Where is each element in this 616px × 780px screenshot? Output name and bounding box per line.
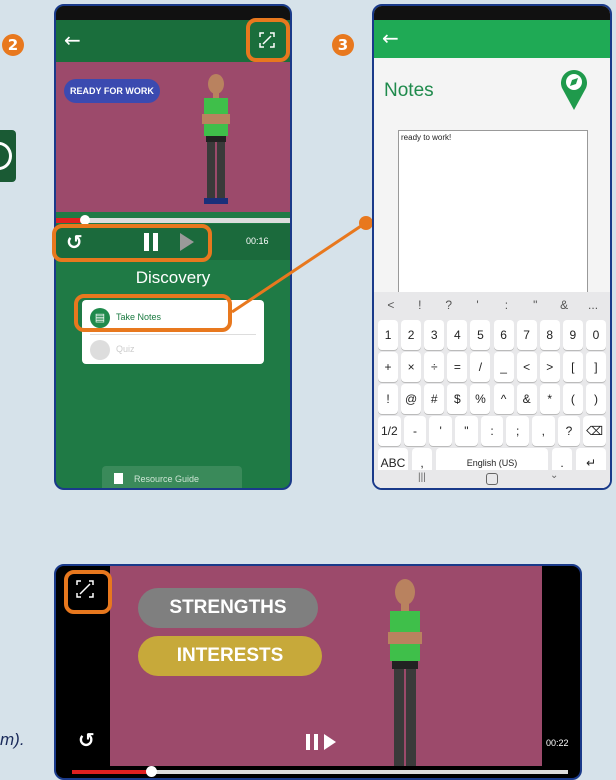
symbol-key-1[interactable]: - — [403, 416, 427, 446]
number-key-2[interactable]: 3 — [424, 320, 445, 350]
interests-label: INTERESTS — [138, 636, 322, 676]
back-arrow-icon[interactable]: ← — [64, 28, 81, 52]
keyboard-suggestion-row: <!? ': " &... — [374, 294, 610, 316]
quiz-icon — [90, 340, 110, 360]
suggestion-key-5[interactable]: " — [522, 294, 548, 316]
pause-icon[interactable] — [306, 734, 320, 750]
number-key-6[interactable]: 7 — [516, 320, 537, 350]
symbol-key-5[interactable]: _ — [493, 352, 514, 382]
suggestion-key-2[interactable]: ? — [436, 294, 462, 316]
note-textarea[interactable]: ready to work! — [398, 130, 588, 302]
highlight-controls — [52, 224, 212, 262]
symbol-key-5[interactable]: ^ — [493, 384, 514, 414]
nav-bar: ||| ⌄ — [374, 470, 610, 488]
highlight-fullscreen — [246, 18, 290, 62]
symbol-key-0[interactable]: 1/2 — [378, 416, 401, 446]
suggestion-key-3[interactable]: ' — [465, 294, 491, 316]
recent-apps-icon[interactable]: ||| — [418, 472, 426, 483]
symbol-key-2[interactable]: ÷ — [424, 352, 445, 382]
symbol-key-3[interactable]: $ — [447, 384, 468, 414]
symbol-key-7[interactable]: * — [539, 384, 560, 414]
keyboard-row-2: + × ÷ = / _ < >[] — [374, 352, 610, 382]
symbol-key-8[interactable]: ( — [562, 384, 583, 414]
video-player[interactable]: READY FOR WORK — [56, 62, 290, 212]
step-2-badge: 2 — [2, 34, 24, 56]
number-key-4[interactable]: 5 — [470, 320, 491, 350]
back-arrow-icon[interactable]: ← — [382, 26, 399, 50]
symbol-key-4[interactable]: % — [470, 384, 491, 414]
symbol-key-1[interactable]: @ — [401, 384, 422, 414]
symbol-key-8[interactable]: [ — [562, 352, 583, 382]
symbol-key-7[interactable]: ? — [557, 416, 581, 446]
page-title: Notes — [384, 80, 434, 101]
symbol-key-1[interactable]: × — [401, 352, 422, 382]
video-progress-fill — [72, 770, 152, 774]
on-screen-keyboard: <!? ': " &... 1234567890 + × ÷ = / _ < >[] ! @ # $% ^ &… — [374, 292, 610, 488]
character-figure — [196, 68, 236, 208]
landscape-video-player[interactable]: STRENGTHS INTERESTS ↺ 00:22 — [54, 564, 582, 780]
app-header: ← — [374, 20, 610, 58]
caption-fragment: m). — [0, 730, 25, 749]
symbol-key-2[interactable]: # — [424, 384, 445, 414]
phone-notes-screen: ← Notes ready to work! <!? ': " &... 123456… — [372, 4, 612, 490]
symbol-key-0[interactable]: ! — [378, 384, 399, 414]
number-key-9[interactable]: 0 — [585, 320, 606, 350]
book-icon — [114, 473, 123, 484]
video-progress-thumb[interactable] — [146, 766, 157, 777]
keyboard-row-4: 1/2- ' ":;,? ⌫ — [374, 416, 610, 446]
symbol-key-6[interactable]: < — [516, 352, 537, 382]
strengths-label: STRENGTHS — [138, 588, 318, 628]
quiz-label: Quiz — [116, 344, 135, 354]
suggestion-key-4[interactable]: : — [494, 294, 520, 316]
video-time: 00:22 — [546, 738, 569, 748]
suggestion-key-6[interactable]: & — [551, 294, 577, 316]
replay-icon[interactable]: ↺ — [78, 728, 95, 752]
resource-guide-button[interactable]: Resource Guide — [102, 466, 242, 488]
symbol-key-3[interactable]: " — [455, 416, 478, 446]
symbol-key-2[interactable]: ' — [429, 416, 452, 446]
symbol-key-3[interactable]: = — [447, 352, 468, 382]
symbol-key-4[interactable]: : — [480, 416, 504, 446]
suggestion-key-7[interactable]: ... — [580, 294, 606, 316]
number-key-8[interactable]: 9 — [562, 320, 583, 350]
symbol-key-8[interactable]: ⌫ — [583, 416, 606, 446]
connector-line — [231, 216, 373, 314]
character-figure — [380, 570, 430, 766]
symbol-key-0[interactable]: + — [378, 352, 399, 382]
home-icon[interactable] — [486, 473, 498, 485]
step-3-badge: 3 — [332, 34, 354, 56]
highlight-fullscreen-exit — [64, 570, 112, 614]
notes-body: Notes ready to work! — [374, 58, 610, 302]
quiz-item[interactable]: Quiz — [82, 336, 264, 364]
hide-keyboard-icon[interactable]: ⌄ — [550, 470, 558, 481]
number-key-5[interactable]: 6 — [493, 320, 514, 350]
menu-divider — [90, 334, 256, 335]
number-key-3[interactable]: 4 — [447, 320, 468, 350]
symbol-key-5[interactable]: ; — [506, 416, 529, 446]
symbol-key-6[interactable]: , — [532, 416, 555, 446]
ready-for-work-banner: READY FOR WORK — [64, 79, 160, 103]
partial-edge-button — [0, 130, 16, 182]
suggestion-key-0[interactable]: < — [378, 294, 404, 316]
play-icon[interactable] — [324, 734, 336, 750]
keyboard-row-3: ! @ # $% ^ & *() — [374, 384, 610, 414]
symbol-key-4[interactable]: / — [470, 352, 491, 382]
number-key-0[interactable]: 1 — [378, 320, 399, 350]
symbol-key-7[interactable]: > — [539, 352, 560, 382]
suggestion-key-1[interactable]: ! — [407, 294, 433, 316]
keyboard-row-1: 1234567890 — [374, 320, 610, 350]
number-key-7[interactable]: 8 — [539, 320, 560, 350]
symbol-key-9[interactable]: ) — [585, 384, 606, 414]
symbol-key-9[interactable]: ] — [585, 352, 606, 382]
highlight-take-notes — [74, 294, 232, 332]
video-progress-track[interactable] — [72, 766, 568, 777]
number-key-1[interactable]: 2 — [401, 320, 422, 350]
status-bar — [374, 6, 610, 20]
resource-guide-label: Resource Guide — [134, 474, 200, 484]
symbol-key-6[interactable]: & — [516, 384, 537, 414]
note-text: ready to work! — [401, 133, 452, 142]
compass-icon[interactable] — [560, 68, 588, 110]
